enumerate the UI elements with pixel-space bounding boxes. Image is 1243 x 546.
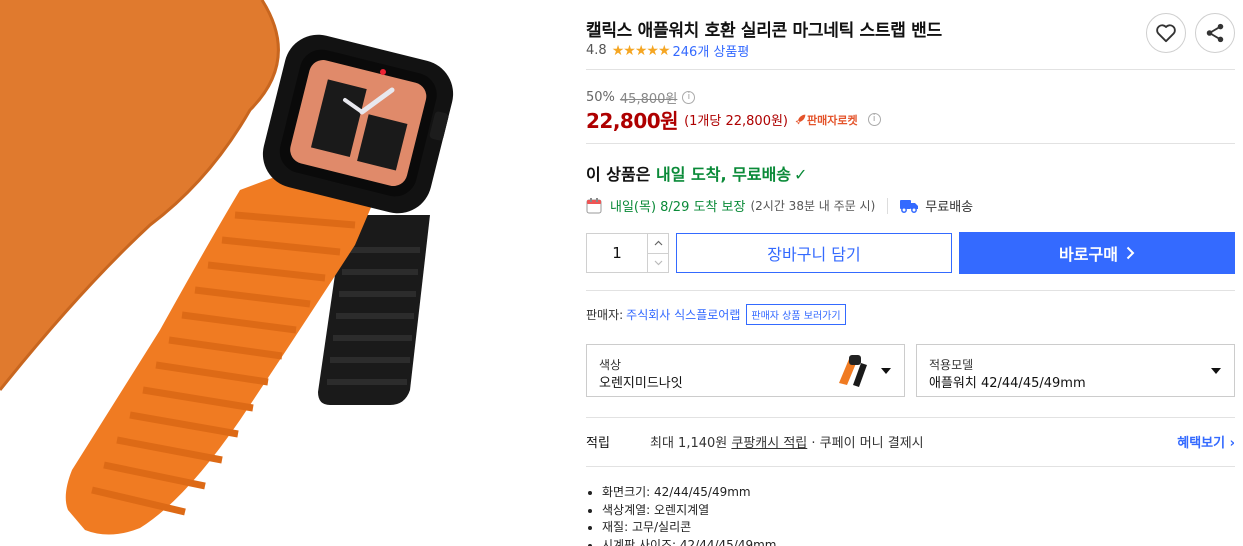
option-label: 색상 <box>599 358 622 372</box>
option-label: 적용모델 <box>929 358 974 372</box>
delivery-row: 내일(목) 8/29 도착 보장 (2시간 38분 내 주문 시) 무료배송 <box>586 196 973 215</box>
caret-down-icon <box>1211 368 1221 374</box>
divider <box>586 417 1235 418</box>
price-row: 22,800원 (1개당 22,800원) 판매자로켓 i <box>586 105 881 134</box>
seller-rocket-label: 판매자로켓 <box>807 113 858 127</box>
seller-products-button[interactable]: 판매자 상품 보러가기 <box>746 304 846 325</box>
quantity-input[interactable]: 1 <box>587 234 647 272</box>
option-value: 오렌지미드나잇 <box>599 376 683 391</box>
seller-row: 판매자: 주식회사 식스플로어랩 판매자 상품 보러가기 <box>586 304 846 325</box>
info-icon[interactable]: i <box>682 91 696 104</box>
rocket-icon <box>795 114 806 125</box>
color-option-select[interactable]: 색상 오렌지미드나잇 <box>586 344 905 397</box>
quantity-arrows <box>647 234 668 272</box>
option-value: 애플워치 42/44/45/49mm <box>929 376 1086 391</box>
benefit-text-prefix: 최대 1,140원 <box>650 436 732 451</box>
star-icon: ★ <box>646 42 659 59</box>
free-shipping-label: 무료배송 <box>925 200 974 215</box>
star-icon: ★ <box>623 42 636 59</box>
quantity-stepper[interactable]: 1 <box>586 233 669 273</box>
chevron-down-icon <box>654 260 662 266</box>
benefit-row: 적립 최대 1,140원 쿠팡캐시 적립 · 쿠페이 머니 결제시 혜택보기 › <box>586 432 1235 451</box>
benefit-text-suffix: · 쿠페이 머니 결제시 <box>807 436 924 451</box>
benefit-label: 적립 <box>586 436 610 451</box>
divider <box>586 466 1235 467</box>
delivery-note: (2시간 38분 내 주문 시) <box>750 199 876 213</box>
seller-name-link[interactable]: 주식회사 식스플로어랩 <box>626 306 740 323</box>
caret-down-icon <box>881 368 891 374</box>
rating-value: 4.8 <box>586 43 607 58</box>
delivery-headline-highlight: 내일 도착, 무료배송 <box>656 165 792 184</box>
quantity-decrease-button[interactable] <box>648 252 668 273</box>
divider <box>586 143 1235 144</box>
add-to-cart-button[interactable]: 장바구니 담기 <box>676 233 952 273</box>
divider <box>586 290 1235 291</box>
heart-icon <box>1156 24 1176 43</box>
divider <box>586 69 1235 70</box>
benefit-more-link[interactable]: 혜택보기 › <box>1177 432 1235 451</box>
model-option-select[interactable]: 적용모델 애플워치 42/44/45/49mm <box>916 344 1235 397</box>
calendar-icon <box>586 197 602 213</box>
list-item: 색상계열: 오렌지계열 <box>586 502 777 520</box>
seller-rocket-badge: 판매자로켓 <box>794 112 858 128</box>
chevron-right-icon <box>1126 246 1135 260</box>
spec-list: 화면크기: 42/44/45/49mm 색상계열: 오렌지계열 재질: 고무/실… <box>586 484 777 546</box>
list-item: 화면크기: 42/44/45/49mm <box>586 484 777 502</box>
chevron-up-icon <box>654 240 662 246</box>
star-icon: ★ <box>657 42 671 59</box>
quantity-increase-button[interactable] <box>648 234 668 253</box>
seller-label: 판매자: <box>586 308 624 322</box>
discount-rate: 50% <box>586 90 615 105</box>
star-rating: ★ ★ ★ ★ ★ <box>611 42 671 59</box>
truck-icon <box>900 199 919 213</box>
buy-now-label: 바로구매 <box>1059 245 1118 264</box>
buy-now-button[interactable]: 바로구매 <box>959 232 1235 274</box>
wishlist-button[interactable] <box>1146 13 1186 53</box>
share-button[interactable] <box>1195 13 1235 53</box>
list-item: 시계판 사이즈: 42/44/45/49mm <box>586 537 777 546</box>
check-icon: ✓ <box>794 165 808 184</box>
star-icon: ★ <box>634 42 648 59</box>
option-thumbnail <box>835 353 871 389</box>
rating-row: 4.8 ★ ★ ★ ★ ★ 246개 상품평 <box>586 41 749 60</box>
delivery-date: 내일(목) 8/29 도착 보장 <box>610 200 746 215</box>
watch-band-illustration <box>0 0 454 535</box>
delivery-headline-prefix: 이 상품은 <box>586 165 657 184</box>
coupang-cash-link[interactable]: 쿠팡캐시 적립 <box>731 436 807 451</box>
divider <box>887 197 889 214</box>
info-icon[interactable]: i <box>867 113 881 126</box>
sale-price: 22,800원 <box>586 109 679 133</box>
unit-price: (1개당 22,800원) <box>684 114 788 129</box>
product-image <box>0 0 560 546</box>
star-icon: ★ <box>611 42 625 59</box>
product-title: 캘릭스 애플워치 호환 실리콘 마그네틱 스트랩 밴드 <box>586 21 942 41</box>
review-count-link[interactable]: 246개 상품평 <box>673 41 750 60</box>
delivery-headline: 이 상품은 내일 도착, 무료배송 ✓ <box>586 161 807 185</box>
share-icon <box>1206 23 1224 43</box>
benefit-text: 최대 1,140원 쿠팡캐시 적립 · 쿠페이 머니 결제시 <box>650 432 924 451</box>
list-item: 재질: 고무/실리콘 <box>586 519 777 537</box>
product-info-panel: 캘릭스 애플워치 호환 실리콘 마그네틱 스트랩 밴드 4.8 ★ ★ ★ ★ … <box>586 0 1236 546</box>
